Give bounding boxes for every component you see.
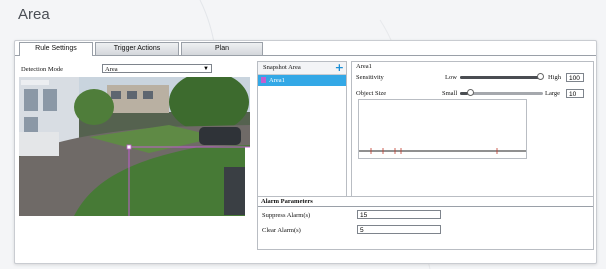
object-size-large-label: Large xyxy=(545,90,561,97)
tab-rule-settings[interactable]: Rule Settings xyxy=(19,42,93,56)
motion-graph-plot xyxy=(359,148,526,154)
sensitivity-label: Sensitivity xyxy=(356,74,384,81)
camera-scene xyxy=(19,77,250,216)
alarm-parameters-title: Alarm Parameters xyxy=(261,198,313,205)
object-size-value: 10 xyxy=(569,91,577,98)
tab-trigger-actions[interactable]: Trigger Actions xyxy=(95,42,179,55)
sensitivity-value: 100 xyxy=(569,75,580,82)
sensitivity-slider-handle[interactable] xyxy=(537,73,544,80)
area-color-swatch xyxy=(261,77,266,83)
object-size-slider[interactable] xyxy=(460,89,543,96)
snapshot-area-title: Snapshot Area xyxy=(263,64,301,71)
tab-plan[interactable]: Plan xyxy=(181,42,263,55)
add-area-icon[interactable]: + xyxy=(335,61,344,74)
chevron-down-icon: ▼ xyxy=(203,66,209,72)
detection-mode-select[interactable]: Area ▼ xyxy=(102,64,212,73)
sensitivity-low-label: Low xyxy=(445,74,457,81)
alarm-parameters: Alarm Parameters Suppress Alarm(s) 15 Cl… xyxy=(257,196,594,250)
suppress-alarm-input[interactable]: 15 xyxy=(357,210,441,219)
suppress-alarm-value: 15 xyxy=(360,212,368,219)
clear-alarm-input[interactable]: 5 xyxy=(357,225,441,234)
area-settings: Area1 Sensitivity Low High 100 Object Si… xyxy=(351,61,594,197)
object-size-value-input[interactable]: 10 xyxy=(566,89,584,98)
clear-alarm-label: Clear Alarm(s) xyxy=(262,227,301,234)
area-title: Area1 xyxy=(356,63,372,70)
sensitivity-value-input[interactable]: 100 xyxy=(566,73,584,82)
camera-preview[interactable] xyxy=(19,77,250,216)
settings-panel: Rule Settings Trigger Actions Plan Detec… xyxy=(14,40,597,264)
clear-alarm-value: 5 xyxy=(360,227,364,234)
snapshot-area-header: Snapshot Area + xyxy=(258,61,346,75)
object-size-label: Object Size xyxy=(356,90,387,97)
page-title: Area xyxy=(18,6,50,23)
motion-graph xyxy=(358,99,527,159)
detection-mode-label: Detection Mode xyxy=(21,66,64,73)
object-size-slider-handle[interactable] xyxy=(467,89,474,96)
alarm-divider xyxy=(258,206,593,207)
sensitivity-slider-fill xyxy=(460,76,543,79)
object-size-small-label: Small xyxy=(442,90,458,97)
snapshot-area-item-label: Area1 xyxy=(269,77,285,84)
detection-mode-value: Area xyxy=(105,66,118,73)
sensitivity-high-label: High xyxy=(548,74,561,81)
tab-bar: Rule Settings Trigger Actions Plan xyxy=(15,41,596,56)
suppress-alarm-label: Suppress Alarm(s) xyxy=(262,212,311,219)
snapshot-area-item[interactable]: Area1 xyxy=(258,75,346,86)
sensitivity-slider[interactable] xyxy=(460,73,544,80)
